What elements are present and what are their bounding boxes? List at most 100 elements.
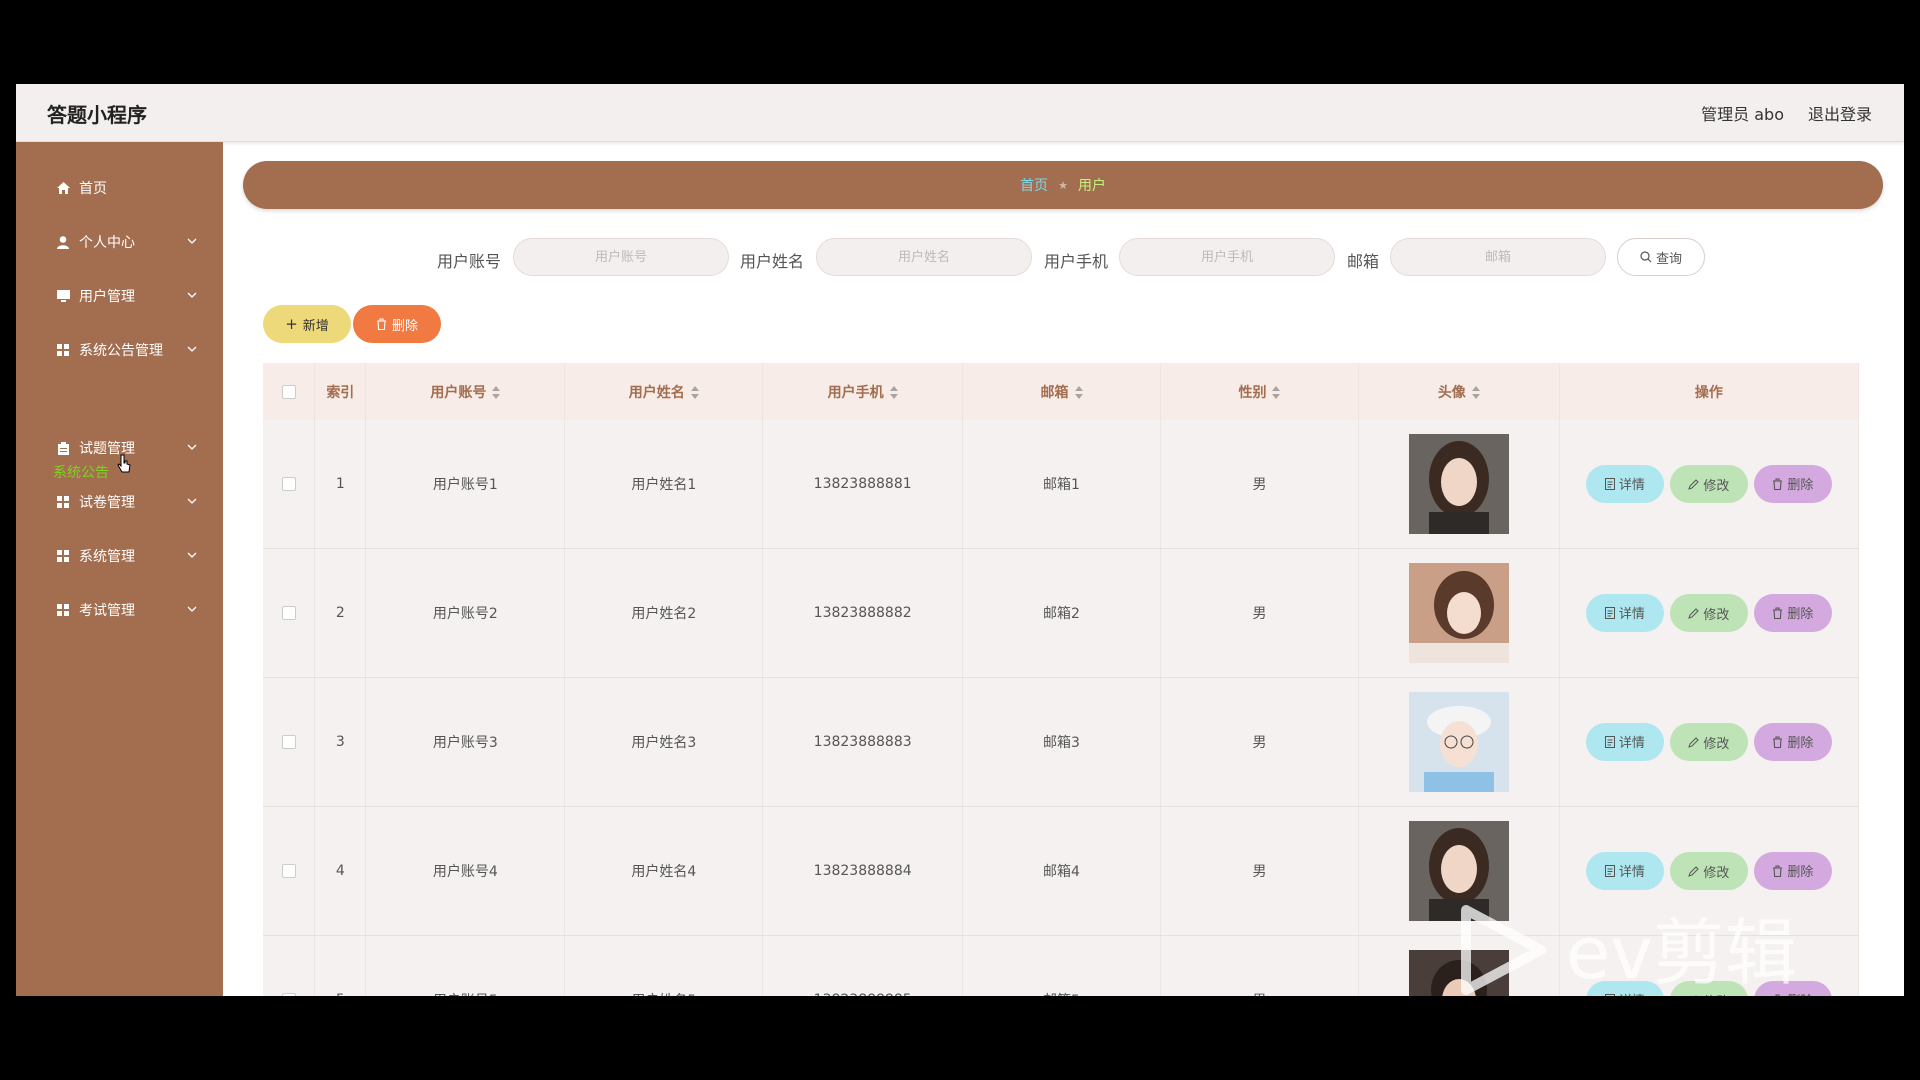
col-label: 头像: [1437, 384, 1466, 401]
logout-link[interactable]: 退出登录: [1808, 101, 1872, 125]
sort-icon[interactable]: [492, 386, 501, 399]
cell-gender: 男: [1160, 677, 1359, 807]
cell-email: 邮箱3: [962, 677, 1161, 807]
col-phone[interactable]: 用户手机: [762, 363, 964, 420]
row-checkbox[interactable]: [281, 735, 296, 749]
row-checkbox[interactable]: [281, 864, 296, 878]
cell-name: 用户姓名1: [564, 420, 764, 549]
row-checkbox[interactable]: [281, 993, 296, 996]
edit-label: 修改: [1703, 478, 1730, 494]
sidebar-item-system-mgmt[interactable]: 系统管理: [56, 544, 201, 568]
detail-button[interactable]: 详情: [1585, 464, 1664, 503]
search-input-account[interactable]: [513, 238, 729, 276]
sidebar-item-paper-mgmt[interactable]: 试卷管理: [56, 490, 201, 514]
document-icon: [1604, 606, 1615, 619]
col-index: 索引: [314, 363, 367, 420]
sort-icon[interactable]: [1471, 386, 1480, 399]
row-checkbox[interactable]: [281, 477, 296, 491]
col-account[interactable]: 用户账号: [365, 363, 566, 420]
batch-delete-button[interactable]: 删除: [353, 305, 441, 343]
edit-button[interactable]: 修改: [1669, 852, 1748, 891]
cell-index: 5: [314, 935, 367, 996]
sidebar-subitem-notice[interactable]: 系统公告: [53, 462, 109, 482]
sort-icon[interactable]: [690, 386, 699, 399]
search-label-account: 用户账号: [437, 252, 502, 271]
cell-gender: 男: [1160, 420, 1359, 549]
cell-email: 邮箱4: [962, 806, 1161, 936]
delete-button[interactable]: 删除: [1753, 722, 1832, 761]
sidebar-item-question-mgmt[interactable]: 试题管理: [56, 436, 201, 460]
app-window: 答题小程序 管理员 abo 退出登录 首页 个人中心 用户管理 系统公告管理 系…: [16, 84, 1904, 996]
top-bar: 答题小程序 管理员 abo 退出登录: [16, 84, 1904, 142]
home-icon: [56, 181, 70, 195]
col-name[interactable]: 用户姓名: [564, 363, 764, 420]
col-gender[interactable]: 性别: [1160, 363, 1359, 420]
cell-phone: 13823888884: [762, 806, 964, 936]
col-ops: 操作: [1559, 363, 1860, 420]
breadcrumb: 首页 ★ 用户: [243, 161, 1883, 209]
row-checkbox[interactable]: [281, 606, 296, 620]
breadcrumb-home[interactable]: 首页: [1020, 175, 1048, 195]
delete-button[interactable]: 删除: [1753, 593, 1832, 632]
pencil-icon: [1688, 479, 1700, 490]
document-icon: [1604, 864, 1615, 877]
table-row: 2 用户账号2 用户姓名2 13823888882 邮箱2 男 详情 修改 删除: [263, 548, 1860, 678]
search-label-name: 用户姓名: [740, 252, 805, 271]
main-content: 首页 ★ 用户 用户账号 用户姓名 用户手机 邮箱 查询 + 新增 删除: [223, 142, 1904, 996]
sort-icon[interactable]: [1272, 386, 1281, 399]
user-icon: [56, 235, 70, 249]
chevron-down-icon: [187, 292, 197, 298]
sort-icon[interactable]: [1074, 386, 1083, 399]
search-input-name[interactable]: [816, 238, 1032, 276]
delete-label: 删除: [1787, 865, 1814, 881]
admin-label[interactable]: 管理员 abo: [1701, 101, 1784, 125]
cell-ops: 详情 修改 删除: [1559, 677, 1860, 807]
pencil-icon: [1688, 737, 1700, 748]
chevron-down-icon: [187, 606, 197, 612]
cell-gender: 男: [1160, 548, 1359, 678]
grid-icon: [56, 495, 70, 509]
delete-button[interactable]: 删除: [1753, 464, 1832, 503]
search-label-phone: 用户手机: [1044, 252, 1109, 271]
detail-button[interactable]: 详情: [1585, 851, 1664, 890]
chevron-down-icon: [187, 238, 197, 244]
cell-account: 用户账号4: [365, 806, 566, 936]
col-avatar[interactable]: 头像: [1358, 363, 1560, 420]
col-label: 用户姓名: [628, 384, 685, 401]
sidebar-item-label: 首页: [79, 181, 107, 197]
sidebar-item-profile[interactable]: 个人中心: [56, 230, 201, 254]
table-header-row: 索引 用户账号 用户姓名 用户手机 邮箱 性别 头像 操作: [263, 363, 1860, 420]
search-icon: [1640, 251, 1652, 263]
col-email[interactable]: 邮箱: [962, 363, 1161, 420]
select-all-checkbox[interactable]: [281, 384, 296, 399]
search-form: 用户账号 用户姓名 用户手机 邮箱 查询: [223, 238, 1904, 278]
edit-button[interactable]: 修改: [1669, 594, 1748, 633]
grid-icon: [56, 343, 70, 357]
delete-button[interactable]: 删除: [1753, 851, 1832, 890]
edit-button[interactable]: 修改: [1669, 465, 1748, 504]
sidebar-item-exam-mgmt[interactable]: 考试管理: [56, 598, 201, 622]
sidebar: 首页 个人中心 用户管理 系统公告管理 系统公告 试题管理 试卷管理 系统管理 …: [16, 142, 223, 996]
search-input-email[interactable]: [1390, 238, 1606, 276]
delete-label: 删除: [1787, 607, 1814, 623]
edit-button[interactable]: 修改: [1669, 723, 1748, 762]
sidebar-item-user-mgmt[interactable]: 用户管理: [56, 284, 201, 308]
cell-gender: 男: [1160, 935, 1359, 996]
detail-button[interactable]: 详情: [1585, 722, 1664, 761]
query-button[interactable]: 查询: [1617, 238, 1705, 276]
batch-delete-label: 删除: [391, 318, 418, 334]
sort-icon[interactable]: [889, 386, 898, 399]
delete-label: 删除: [1787, 736, 1814, 752]
chevron-down-icon: [187, 444, 197, 450]
cell-phone: 13823888885: [762, 935, 964, 996]
document-icon: [1604, 477, 1615, 490]
sidebar-item-label: 个人中心: [79, 235, 135, 251]
detail-label: 详情: [1618, 478, 1645, 494]
clipboard-icon: [56, 441, 70, 455]
detail-button[interactable]: 详情: [1585, 593, 1664, 632]
add-button[interactable]: + 新增: [263, 305, 351, 343]
sidebar-item-home[interactable]: 首页: [56, 176, 201, 200]
trash-icon: [1773, 865, 1783, 877]
search-input-phone[interactable]: [1119, 238, 1335, 276]
sidebar-item-notice-mgmt[interactable]: 系统公告管理: [56, 338, 201, 362]
